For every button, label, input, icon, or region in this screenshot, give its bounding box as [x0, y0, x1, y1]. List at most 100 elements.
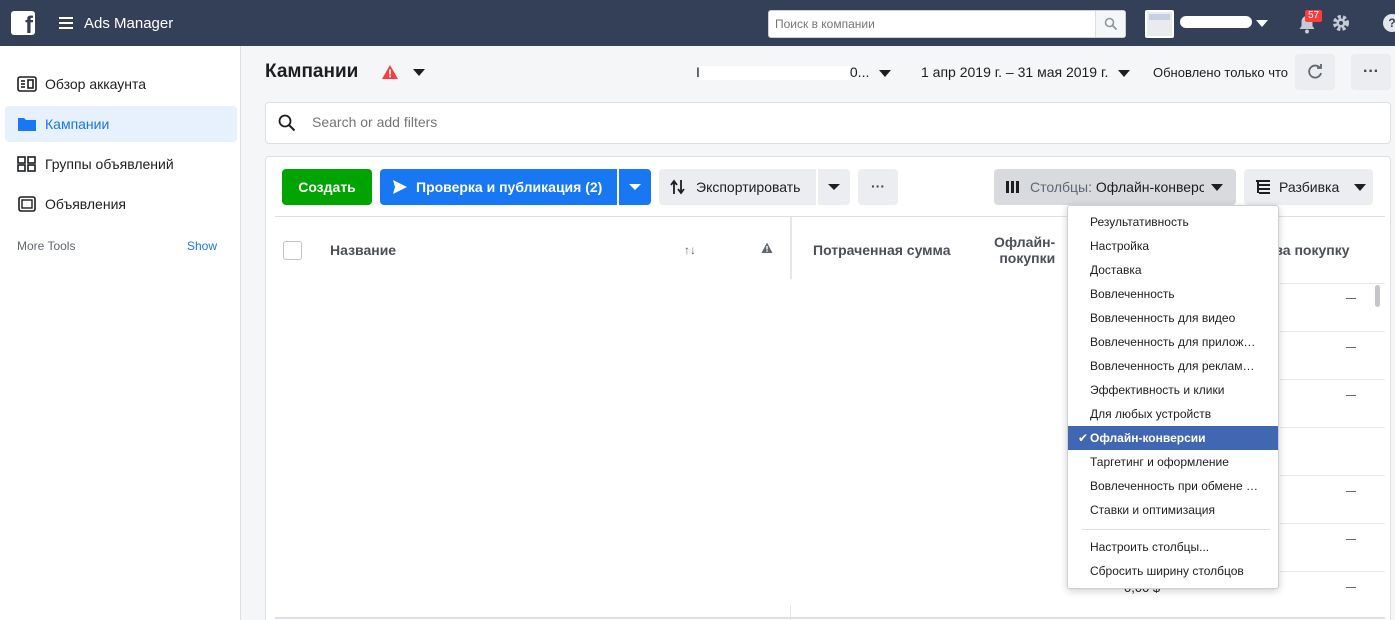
warning-icon[interactable]: [381, 64, 399, 80]
menu-item-performance[interactable]: Результативность: [1068, 210, 1278, 234]
account-avatar[interactable]: [1145, 10, 1174, 38]
columns-selector-button[interactable]: Столбцы: Офлайн-конверсии: [994, 169, 1236, 205]
select-all-checkbox[interactable]: [283, 241, 302, 260]
menu-item-reset-column-widths[interactable]: Сбросить ширину столбцов: [1068, 559, 1278, 583]
chevron-down-icon: [879, 69, 892, 77]
export-options-dropdown[interactable]: [818, 169, 850, 205]
sidebar-item-ad-sets[interactable]: Группы объявлений: [5, 146, 237, 182]
empty-value-dash: [1346, 347, 1356, 348]
refresh-button[interactable]: [1295, 54, 1335, 90]
review-publish-button[interactable]: Проверка и публикация (2): [380, 169, 617, 205]
account-name-redacted[interactable]: [1180, 16, 1252, 28]
search-icon: [1104, 17, 1117, 31]
menu-item-messenger-engagement[interactable]: Вовлеченность для рекламы Messenger: [1068, 354, 1278, 378]
chevron-down-icon: [1211, 184, 1223, 191]
ad-account-redacted: [699, 66, 850, 81]
column-header-offline-purchases[interactable]: Офлайн-покупки: [994, 234, 1055, 266]
header-more-button[interactable]: ···: [1351, 54, 1391, 90]
row-divider: [1280, 523, 1385, 524]
toolbar-more-button[interactable]: ···: [858, 169, 898, 205]
ad-account-selector[interactable]: I 0...: [696, 64, 892, 81]
account-caret-icon[interactable]: [1256, 20, 1268, 27]
menu-item-cross-device[interactable]: Для любых устройств: [1068, 402, 1278, 426]
sidebar-item-label: Группы объявлений: [45, 156, 174, 172]
menu-item-targeting-creative[interactable]: Таргетинг и оформление: [1068, 450, 1278, 474]
sidebar-item-label: Обзор аккаунта: [45, 76, 147, 92]
show-more-tools-link[interactable]: Show: [187, 239, 217, 253]
empty-value-dash: [1346, 587, 1356, 588]
header-line: Офлайн-: [994, 234, 1056, 250]
sidebar: Обзор аккаунта Кампании Группы объявлени…: [0, 46, 241, 620]
sidebar-item-account-overview[interactable]: Обзор аккаунта: [5, 66, 237, 102]
hamburger-menu-icon[interactable]: [59, 17, 73, 29]
empty-value-dash: [1346, 491, 1356, 492]
review-publish-label: Проверка и публикация (2): [416, 179, 603, 195]
last-updated-status: Обновлено только что: [1153, 65, 1289, 80]
sidebar-item-ads[interactable]: Объявления: [5, 186, 237, 222]
empty-value-dash: [1346, 298, 1356, 299]
search-icon: [278, 114, 296, 132]
menu-item-label: Офлайн-конверсии: [1090, 431, 1206, 445]
create-button[interactable]: Создать: [282, 169, 372, 205]
gear-icon[interactable]: [1331, 13, 1351, 33]
empty-value-dash: [1346, 539, 1356, 540]
filter-search-input[interactable]: [312, 114, 912, 130]
company-search[interactable]: [768, 10, 1126, 38]
columns-value: Офлайн-конверсии: [1095, 179, 1204, 195]
company-search-input[interactable]: [769, 11, 1089, 37]
menu-item-delivery[interactable]: Доставка: [1068, 258, 1278, 282]
date-range-label: 1 апр 2019 г. – 31 мая 2019 г.: [921, 64, 1109, 80]
grid-icon: [17, 156, 36, 172]
columns-label: Столбцы: Офлайн-конверсии: [1030, 169, 1204, 205]
menu-item-video-engagement[interactable]: Вовлеченность для видео: [1068, 306, 1278, 330]
sidebar-item-campaigns[interactable]: Кампании: [5, 106, 237, 142]
notification-badge: 57: [1305, 10, 1323, 22]
column-header-name[interactable]: Название: [330, 242, 396, 258]
columns-prefix: Столбцы:: [1030, 179, 1093, 195]
facebook-logo-icon[interactable]: f: [11, 11, 35, 35]
menu-item-offline-conversions[interactable]: ✔ Офлайн-конверсии: [1068, 426, 1278, 450]
columns-icon: [1006, 181, 1019, 193]
breakdown-button[interactable]: Разбивка: [1244, 169, 1373, 205]
sidebar-item-label: Кампании: [45, 116, 110, 132]
account-overview-icon: [17, 76, 37, 92]
column-header-spend[interactable]: Потраченная сумма: [813, 242, 950, 258]
export-arrows-icon: [670, 179, 685, 195]
menu-item-app-engagement[interactable]: Вовлеченность для приложений: [1068, 330, 1278, 354]
table-scrollbar[interactable]: [1375, 285, 1380, 307]
row-divider: [1280, 571, 1385, 572]
ad-icon: [18, 196, 36, 212]
menu-item-performance-clicks[interactable]: Эффективность и клики: [1068, 378, 1278, 402]
row-divider: [1280, 379, 1385, 380]
breakdown-label: Разбивка: [1279, 179, 1340, 195]
page-title: Кампании: [265, 61, 359, 82]
checkmark-icon: ✔: [1078, 431, 1089, 445]
row-divider: [1280, 331, 1385, 332]
menu-item-setup[interactable]: Настройка: [1068, 234, 1278, 258]
publish-options-dropdown[interactable]: [619, 169, 651, 205]
menu-item-engagement[interactable]: Вовлеченность: [1068, 282, 1278, 306]
warning-column-icon[interactable]: [761, 242, 773, 254]
column-resizer[interactable]: [790, 217, 792, 279]
app-title: Ads Manager: [84, 15, 174, 32]
search-button[interactable]: [1095, 11, 1125, 37]
refresh-icon: [1308, 64, 1322, 79]
menu-item-messaging-engagement[interactable]: Вовлеченность при обмене сообщениями: [1068, 474, 1278, 498]
sort-icon[interactable]: ↑↓: [684, 243, 696, 257]
row-divider: [1280, 475, 1385, 476]
folder-icon: [18, 118, 36, 131]
send-icon: [393, 180, 407, 194]
row-divider: [1280, 427, 1385, 428]
help-icon[interactable]: ?: [1383, 14, 1395, 32]
export-button[interactable]: Экспортировать: [659, 169, 816, 205]
filter-bar[interactable]: [265, 102, 1391, 144]
column-header-cost-per-purchase[interactable]: за покупку: [1276, 242, 1350, 258]
menu-item-bidding-optimization[interactable]: Ставки и оптимизация: [1068, 498, 1278, 522]
campaign-title-caret-icon[interactable]: [413, 69, 425, 76]
chevron-down-icon: [1118, 69, 1131, 77]
date-range-picker[interactable]: 1 апр 2019 г. – 31 мая 2019 г.: [921, 64, 1131, 80]
row-divider: [1280, 283, 1385, 284]
menu-item-customize-columns[interactable]: Настроить столбцы...: [1068, 535, 1278, 559]
chevron-down-icon: [828, 184, 840, 190]
ad-account-suffix: 0...: [849, 64, 870, 80]
